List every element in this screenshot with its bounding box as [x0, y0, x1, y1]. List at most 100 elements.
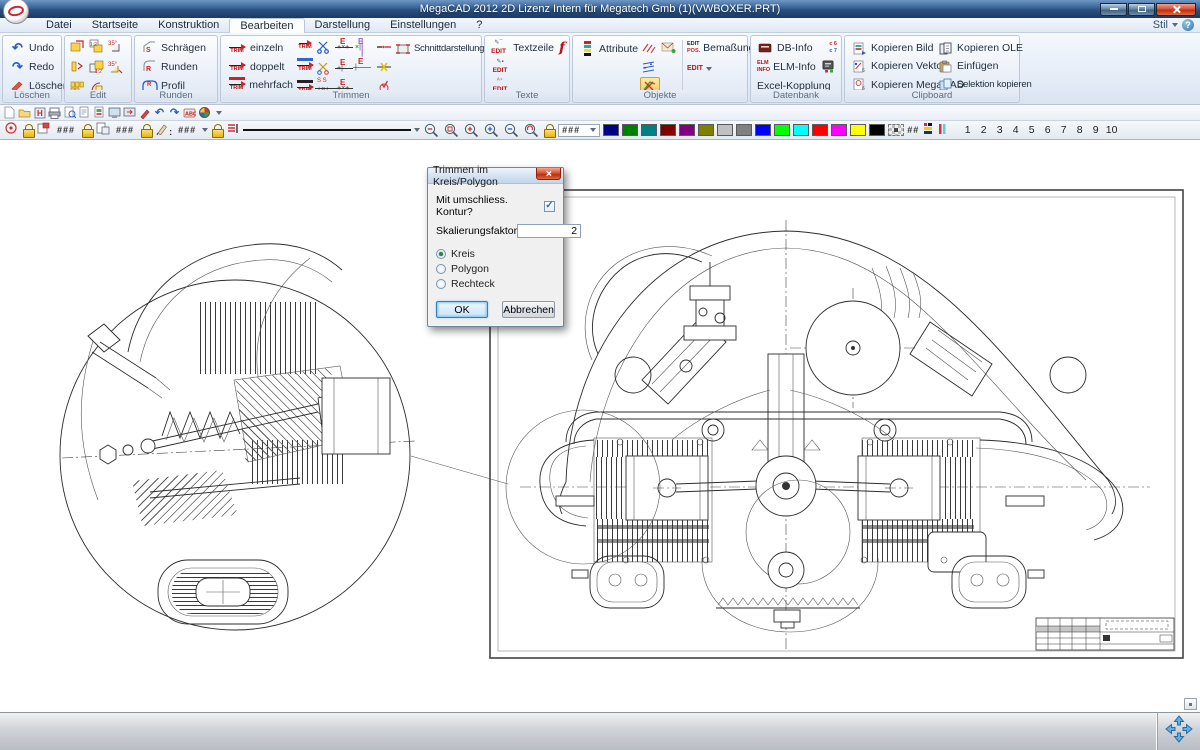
kopieren-ole-button[interactable]: Kopieren OLE: [935, 39, 1021, 57]
color-swatch-blue[interactable]: [755, 124, 771, 136]
print-icon[interactable]: [48, 106, 61, 119]
cancel-button[interactable]: Abbrechen: [502, 301, 555, 318]
line-style-preview[interactable]: [243, 124, 411, 137]
db-info-button[interactable]: DB-Info: [755, 40, 815, 56]
join-lines-icon[interactable]: [375, 39, 392, 55]
close-button[interactable]: [1156, 3, 1196, 16]
radio-kreis[interactable]: Kreis: [436, 246, 555, 261]
color-swatch-teal[interactable]: [641, 124, 657, 136]
color-mode-select[interactable]: ###: [558, 124, 600, 137]
plot-settings-icon[interactable]: [78, 106, 91, 119]
group-icon[interactable]: [96, 122, 110, 138]
view-8-button[interactable]: 8: [1073, 124, 1086, 136]
stamp-icon[interactable]: ABC: [183, 106, 196, 119]
pen-select[interactable]: ###: [175, 124, 199, 137]
tab-einstellungen[interactable]: Einstellungen: [380, 18, 466, 33]
color-swatch-maroon[interactable]: [660, 124, 676, 136]
sketch-object-icon[interactable]: [640, 39, 657, 55]
tab-startseite[interactable]: Startseite: [82, 18, 148, 33]
minimize-button[interactable]: [1100, 3, 1127, 16]
undo-icon[interactable]: ↶: [153, 106, 166, 119]
snap-point-icon[interactable]: [4, 121, 19, 139]
color-swatch-silver[interactable]: [717, 124, 733, 136]
hatch-label[interactable]: ##: [907, 125, 919, 135]
copy-screen-icon[interactable]: [108, 106, 121, 119]
schraegen-button[interactable]: S Schrägen: [139, 38, 213, 57]
zoom-extents-icon[interactable]: [483, 123, 500, 138]
kontur-checkbox[interactable]: ✓: [544, 201, 555, 212]
color-lock-icon[interactable]: [543, 124, 555, 137]
trim-between-icon[interactable]: TRIM: [295, 39, 315, 50]
zoom-window-icon[interactable]: [443, 123, 460, 138]
tab-bearbeiten[interactable]: Bearbeiten: [229, 18, 304, 33]
hatch-style-icon[interactable]: [922, 122, 934, 139]
color-swatch-olive[interactable]: [698, 124, 714, 136]
redo-button[interactable]: ↷ Redo: [7, 57, 57, 76]
dialog-close-button[interactable]: [536, 168, 561, 180]
cut-multi-icon[interactable]: [315, 60, 332, 76]
kopieren-bild-button[interactable]: Kopieren Bild: [849, 39, 935, 57]
edit-copy-icon[interactable]: 1:2: [88, 38, 105, 54]
color-swatch-purple[interactable]: [679, 124, 695, 136]
zoom-redraw-icon[interactable]: [523, 123, 540, 138]
color-swatch-yellow[interactable]: [850, 124, 866, 136]
maximize-button[interactable]: [1128, 3, 1155, 16]
tab-konstruktion[interactable]: Konstruktion: [148, 18, 229, 33]
toolbar-overflow-icon[interactable]: [216, 111, 222, 115]
zoom-out-icon[interactable]: [423, 123, 440, 138]
view-6-button[interactable]: 6: [1041, 124, 1054, 136]
chevron-down-icon[interactable]: [414, 128, 420, 132]
trim-doppelt-button[interactable]: TRIM doppelt: [225, 58, 295, 76]
color-manager-icon[interactable]: [198, 106, 211, 119]
kopieren-vektor-button[interactable]: 6 Kopieren Vektor: [849, 57, 935, 75]
color-swatch-red[interactable]: [812, 124, 828, 136]
undo-button[interactable]: ↶ Undo: [7, 38, 57, 57]
tab-darstellung[interactable]: Darstellung: [305, 18, 381, 33]
elm-info-button[interactable]: ELMINFO ELM-Info: [755, 60, 818, 72]
layer-icon[interactable]: [37, 122, 51, 138]
view-4-button[interactable]: 4: [1009, 124, 1022, 136]
object-lines-icon[interactable]: [640, 58, 657, 74]
bemassung-dropdown[interactable]: EDITPOS. Bemaßung: [685, 39, 743, 56]
redo-icon[interactable]: ↷: [168, 106, 181, 119]
radio-rechteck[interactable]: Rechteck: [436, 276, 555, 291]
color-swatch-lime[interactable]: [774, 124, 790, 136]
object-mail-icon[interactable]: [660, 39, 677, 55]
view-3-button[interactable]: 3: [993, 124, 1006, 136]
open-file-icon[interactable]: [18, 106, 31, 119]
view-2-button[interactable]: 2: [977, 124, 990, 136]
pan-icon[interactable]: [1165, 715, 1193, 748]
linestyle-lock-icon[interactable]: [211, 124, 223, 137]
edge-gap-icon[interactable]: E|: [353, 59, 371, 73]
style-label[interactable]: Stil: [1153, 19, 1168, 31]
terminal-icon[interactable]: [821, 59, 838, 75]
skalierungsfaktor-input[interactable]: [517, 224, 581, 238]
color-swatch-cyan[interactable]: [793, 124, 809, 136]
ok-button[interactable]: OK: [436, 301, 488, 318]
trim-einzeln-button[interactable]: TRIM einzeln: [225, 39, 295, 57]
textzeile-button[interactable]: Textzeile: [511, 42, 556, 54]
attribute-button[interactable]: Attribute: [577, 39, 640, 58]
view-9-button[interactable]: 9: [1089, 124, 1102, 136]
edge-extend-icon[interactable]: E+|: [335, 60, 353, 74]
fill-style-icon[interactable]: [937, 122, 949, 139]
layer-lock-icon[interactable]: [22, 124, 34, 137]
group-lock-icon[interactable]: [81, 124, 93, 137]
drawing-canvas[interactable]: Trimmen im Kreis/Polygon Mit umschliess.…: [0, 140, 1200, 712]
view-7-button[interactable]: 7: [1057, 124, 1070, 136]
color-swatch-black[interactable]: [869, 124, 885, 136]
group-select[interactable]: ###: [113, 124, 137, 137]
cut-scissors-icon[interactable]: [315, 39, 332, 55]
view-10-button[interactable]: 10: [1105, 124, 1118, 136]
edit-mirror-icon[interactable]: 35°: [107, 59, 124, 75]
new-file-icon[interactable]: [3, 106, 16, 119]
schnittdarstellung-button[interactable]: Schnittdarstellung: [392, 39, 486, 58]
send-screen-icon[interactable]: [123, 106, 136, 119]
color-swatch-green[interactable]: [622, 124, 638, 136]
redline-icon[interactable]: [138, 106, 151, 119]
trim-corner-icon[interactable]: TRIM: [295, 61, 315, 72]
canvas-corner-button[interactable]: [1184, 698, 1197, 710]
save-file-icon[interactable]: H: [33, 106, 46, 119]
zoom-in-icon[interactable]: [463, 123, 480, 138]
edit-rotate-icon[interactable]: 35°: [107, 38, 124, 54]
